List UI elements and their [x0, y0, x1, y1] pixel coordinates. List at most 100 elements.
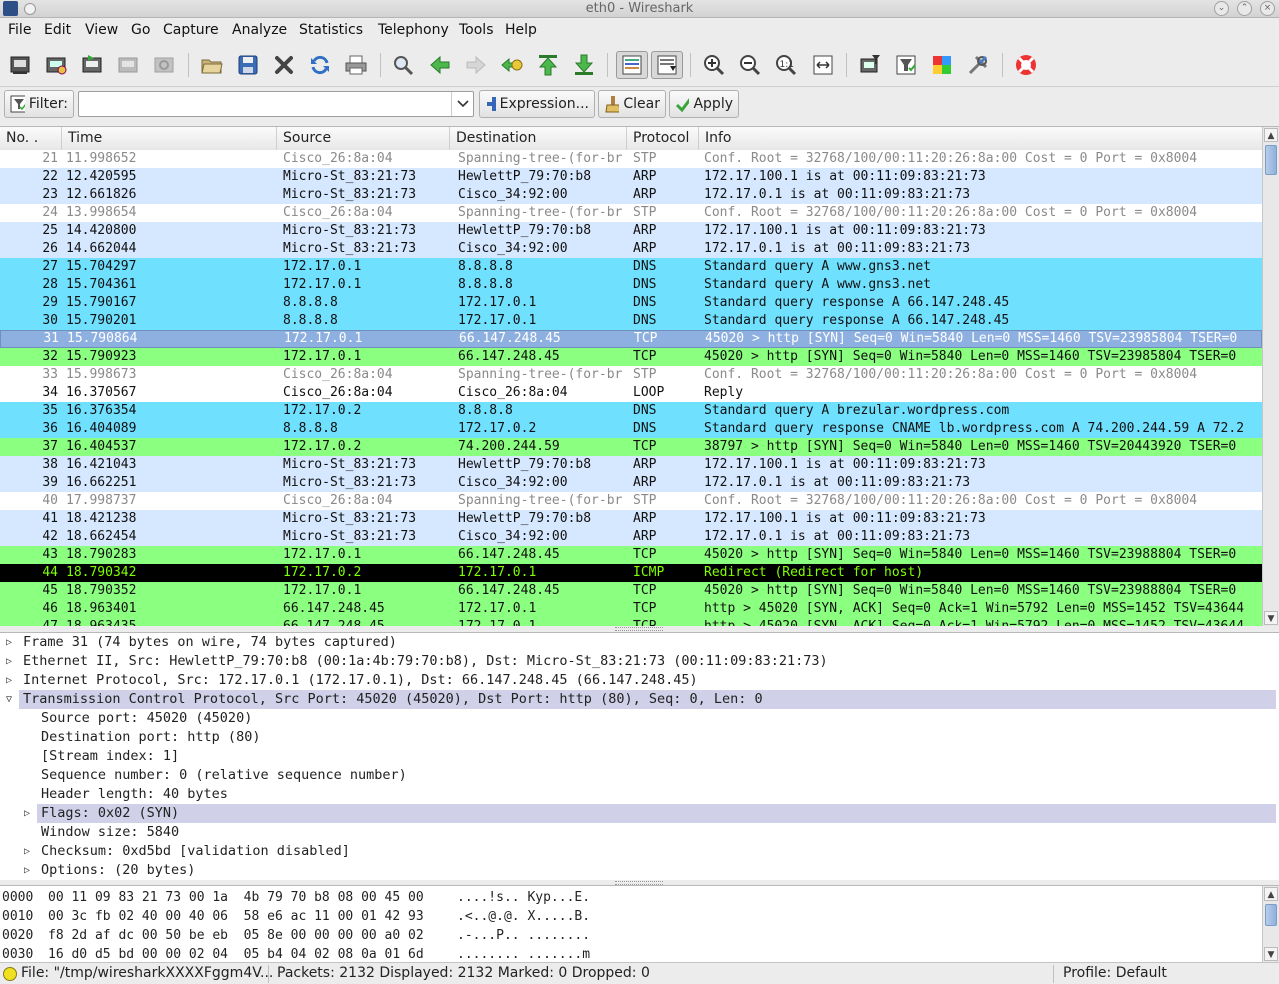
packet-bytes-pane[interactable]: 0000 00 11 09 83 21 73 00 1a 4b 79 70 b8 … — [0, 885, 1279, 962]
packet-row[interactable]: 37 16.404537 172.17.0.2 74.200.244.59 TCP 387… — [0, 438, 1262, 456]
maximize-icon[interactable]: ⌃ — [1237, 1, 1252, 16]
bytes-scroll-up-icon[interactable]: ▲ — [1264, 887, 1278, 901]
packet-row[interactable]: 40 17.998737 Cisco_26:8a:04 Spanning-tree-(… — [0, 492, 1262, 510]
packet-row[interactable]: 46 18.963401 66.147.248.45 172.17.0.1 TCP htt… — [0, 600, 1262, 618]
detail-tree-item[interactable]: ▷ Frame 31 (74 bytes on wire, 74 bytes ca… — [0, 633, 1276, 652]
menu-statistics[interactable]: Statistics — [299, 22, 363, 38]
filter-label-button[interactable]: Filter: — [4, 90, 74, 118]
packet-row[interactable]: 47 18.963435 66.147.248.45 172.17.0.1 TCPhtt… — [0, 618, 1262, 626]
capture-filters-icon[interactable] — [856, 51, 884, 79]
detail-tree-item[interactable]: ▷ Internet Protocol, Src: 172.17.0.1 (172… — [0, 671, 1276, 690]
packet-row[interactable]: 35 16.376354 172.17.0.2 8.8.8.8 DNS Standard … — [0, 402, 1262, 420]
packet-row[interactable]: 22 12.420595 Micro-St_83:21:73 HewlettP_79:… — [0, 168, 1262, 186]
detail-tree-item[interactable]: ▷ Checksum: 0xd5bd [validation disabled] — [0, 842, 1276, 861]
column-header-time[interactable]: Time — [62, 127, 277, 151]
packet-row[interactable]: 29 15.790167 8.8.8.8 172.17.0.1 DNS Standard … — [0, 294, 1262, 312]
scrollbar-thumb[interactable] — [1265, 145, 1277, 175]
save-file-icon[interactable] — [234, 51, 262, 79]
collapsed-triangle-icon[interactable]: ▷ — [21, 804, 33, 823]
zoom-out-icon[interactable] — [736, 51, 764, 79]
bytes-scrollbar[interactable]: ▲ ▼ — [1262, 886, 1279, 962]
detail-tree-item[interactable]: ▷ Flags: 0x02 (SYN) — [0, 804, 1276, 823]
collapsed-triangle-icon[interactable]: ▷ — [3, 652, 15, 671]
packet-row[interactable]: 44 18.790342 172.17.0.2 172.17.0.1 ICMP Redir… — [0, 564, 1262, 582]
scroll-down-icon[interactable]: ▼ — [1264, 611, 1278, 625]
apply-button[interactable]: Apply — [669, 90, 739, 118]
menu-go[interactable]: Go — [131, 22, 150, 38]
collapsed-triangle-icon[interactable]: ▷ — [21, 861, 33, 880]
bytes-scrollbar-thumb[interactable] — [1265, 904, 1277, 926]
zoom-in-icon[interactable] — [700, 51, 728, 79]
packet-list-scrollbar[interactable]: ▲ ▼ — [1262, 127, 1279, 626]
preferences-icon[interactable] — [964, 51, 992, 79]
column-header-protocol[interactable]: Protocol — [627, 127, 699, 151]
auto-scroll-icon[interactable] — [651, 51, 683, 79]
packet-row[interactable]: 24 13.998654 Cisco_26:8a:04 Spanning-tree-(… — [0, 204, 1262, 222]
close-window-icon[interactable]: × — [1260, 1, 1275, 16]
hex-row[interactable]: 0010 00 3c fb 02 40 00 40 06 58 e6 ac 11 … — [0, 908, 1260, 926]
filter-input[interactable] — [78, 91, 474, 117]
detail-tree-item[interactable]: ▷ Options: (20 bytes) — [0, 861, 1276, 880]
detail-tree-item[interactable]: Source port: 45020 (45020) — [0, 709, 1276, 728]
detail-tree-item[interactable]: ▷ Ethernet II, Src: HewlettP_79:70:b8 (00… — [0, 652, 1276, 671]
menu-file[interactable]: File — [8, 22, 31, 38]
minimize-icon[interactable]: ⌄ — [1214, 1, 1229, 16]
packet-row[interactable]: 39 16.662251 Micro-St_83:21:73 Cisco_34:92:… — [0, 474, 1262, 492]
scroll-up-icon[interactable]: ▲ — [1264, 128, 1278, 142]
bytes-scroll-down-icon[interactable]: ▼ — [1264, 947, 1278, 961]
packet-row[interactable]: 23 12.661826 Micro-St_83:21:73 Cisco_34:92:… — [0, 186, 1262, 204]
normal-size-icon[interactable]: 1:1 — [772, 51, 800, 79]
find-packet-icon[interactable] — [389, 51, 417, 79]
packet-row[interactable]: 26 14.662044 Micro-St_83:21:73 Cisco_34:92:… — [0, 240, 1262, 258]
go-to-first-packet-icon[interactable] — [534, 51, 562, 79]
detail-tree-item[interactable]: Window size: 5840 — [0, 823, 1276, 842]
go-back-icon[interactable] — [426, 51, 454, 79]
resize-columns-icon[interactable] — [809, 51, 837, 79]
packet-row[interactable]: 21 11.998652 Cisco_26:8a:04 Spanning-tree-(… — [0, 150, 1262, 168]
display-filters-icon[interactable] — [892, 51, 920, 79]
packet-row[interactable]: 41 18.421238 Micro-St_83:21:73 HewlettP_79:… — [0, 510, 1262, 528]
go-to-last-packet-icon[interactable] — [570, 51, 598, 79]
capture-options-icon[interactable] — [42, 51, 70, 79]
collapsed-triangle-icon[interactable]: ▷ — [3, 671, 15, 690]
interfaces-icon[interactable] — [6, 51, 34, 79]
pane-splitter-1[interactable] — [615, 627, 663, 631]
column-header-destination[interactable]: Destination — [450, 127, 627, 151]
coloring-rules-icon[interactable] — [928, 51, 956, 79]
detail-tree-item[interactable]: Header length: 40 bytes — [0, 785, 1276, 804]
packet-row[interactable]: 42 18.662454 Micro-St_83:21:73 Cisco_34:92:… — [0, 528, 1262, 546]
print-icon[interactable] — [342, 51, 370, 79]
start-capture-icon[interactable] — [78, 51, 106, 79]
expanded-triangle-icon[interactable]: ▽ — [3, 690, 15, 709]
hex-row[interactable]: 0020 f8 2d af dc 00 50 be eb 05 8e 00 00 … — [0, 927, 1260, 945]
packet-row[interactable]: 36 16.404089 8.8.8.8 172.17.0.2 DNS Standard … — [0, 420, 1262, 438]
packet-row[interactable]: 30 15.790201 8.8.8.8 172.17.0.1 DNS Standard … — [0, 312, 1262, 330]
open-file-icon[interactable] — [198, 51, 226, 79]
collapsed-triangle-icon[interactable]: ▷ — [3, 633, 15, 652]
packet-row[interactable]: 27 15.704297 172.17.0.1 8.8.8.8 DNS Standard … — [0, 258, 1262, 276]
colorize-packet-list-icon[interactable] — [616, 51, 648, 79]
packet-row[interactable]: 34 16.370567 Cisco_26:8a:04 Cisco_26:8a:04 L… — [0, 384, 1262, 402]
close-file-icon[interactable] — [270, 51, 298, 79]
menu-view[interactable]: View — [85, 22, 118, 38]
reload-icon[interactable] — [306, 51, 334, 79]
help-icon[interactable] — [1012, 51, 1040, 79]
expression-button[interactable]: Expression... — [479, 90, 595, 118]
detail-tree-item[interactable]: ▽ Transmission Control Protocol, Src Port… — [0, 690, 1276, 709]
packet-row[interactable]: 33 15.998673 Cisco_26:8a:04 Spanning-tree-(… — [0, 366, 1262, 384]
packet-row[interactable]: 32 15.790923 172.17.0.1 66.147.248.45 TCP 450… — [0, 348, 1262, 366]
menu-capture[interactable]: Capture — [163, 22, 219, 38]
column-header-info[interactable]: Info — [699, 127, 1262, 151]
column-header-no[interactable]: No. . — [0, 127, 62, 151]
status-profile[interactable]: Profile: Default — [1063, 965, 1167, 981]
packet-row[interactable]: 31 15.790864 172.17.0.1 66.147.248.45 TCP 450… — [0, 330, 1262, 348]
packet-row[interactable]: 45 18.790352 172.17.0.1 66.147.248.45 TCP 450… — [0, 582, 1262, 600]
menu-tools[interactable]: Tools — [459, 22, 494, 38]
packet-list-pane[interactable]: No. . Time Source Destination Protocol I… — [0, 126, 1279, 626]
clear-button[interactable]: Clear — [598, 90, 666, 118]
detail-tree-item[interactable]: [Stream index: 1] — [0, 747, 1276, 766]
hex-row[interactable]: 0000 00 11 09 83 21 73 00 1a 4b 79 70 b8 … — [0, 889, 1260, 907]
detail-tree-item[interactable]: Destination port: http (80) — [0, 728, 1276, 747]
go-to-packet-icon[interactable] — [498, 51, 526, 79]
chevron-down-icon[interactable] — [451, 92, 473, 116]
